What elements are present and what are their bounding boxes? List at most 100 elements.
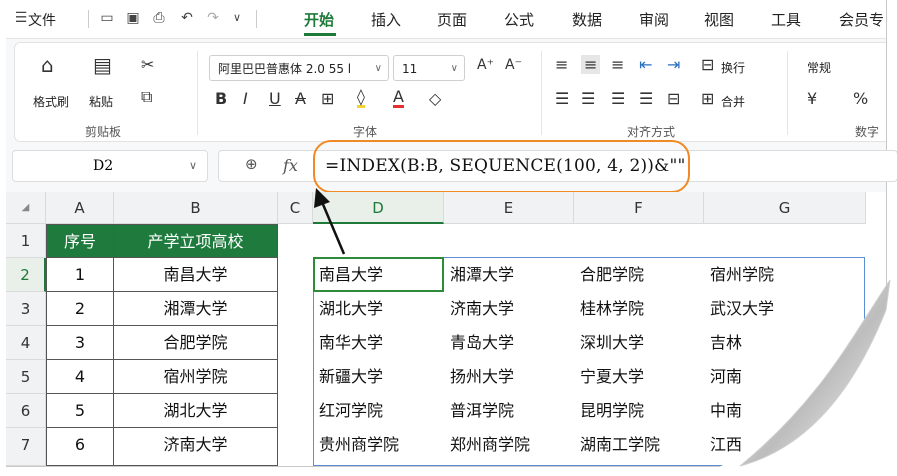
result-cell[interactable]: 青岛大学: [444, 326, 574, 360]
align-right-icon[interactable]: ☰: [611, 89, 625, 108]
result-cell[interactable]: 深圳大学: [574, 326, 704, 360]
table-cell-index[interactable]: 2: [46, 292, 114, 326]
copy-icon[interactable]: ⧉: [141, 87, 152, 107]
align-top-icon[interactable]: ≡: [555, 55, 568, 74]
cut-icon[interactable]: ✂: [141, 55, 154, 74]
result-cell[interactable]: 红河学院: [313, 394, 444, 428]
row-header-4[interactable]: 4: [6, 326, 46, 360]
undo-icon[interactable]: ↶: [178, 9, 196, 27]
file-menu[interactable]: 文件: [28, 10, 56, 30]
result-cell[interactable]: 济南大学: [444, 292, 574, 326]
table-cell-index[interactable]: 5: [46, 394, 114, 428]
strikethrough-icon[interactable]: A: [295, 89, 306, 108]
indent-increase-icon[interactable]: ⇥: [667, 55, 680, 74]
border-icon[interactable]: ⊞: [321, 89, 334, 108]
wrap-text-icon[interactable]: ⊟: [701, 55, 714, 74]
row-header-7[interactable]: 7: [6, 428, 46, 466]
table-cell-index[interactable]: 6: [46, 428, 114, 466]
number-format-select[interactable]: 常规: [799, 55, 886, 81]
font-color-icon[interactable]: A: [393, 89, 404, 108]
col-header-b[interactable]: B: [114, 192, 278, 224]
chevron-down-icon[interactable]: ∨: [228, 9, 246, 27]
result-cell[interactable]: 郑州商学院: [444, 428, 574, 462]
tab-insert[interactable]: 插入: [371, 9, 401, 30]
result-cell[interactable]: 桂林学院: [574, 292, 704, 326]
fill-color-icon[interactable]: ◊: [357, 89, 365, 108]
tab-page[interactable]: 页面: [437, 9, 467, 30]
fx-icon[interactable]: fx: [283, 156, 298, 175]
align-left-icon[interactable]: ☰: [555, 89, 569, 108]
table-cell-university[interactable]: 南昌大学: [114, 258, 278, 292]
select-all-corner[interactable]: ◢: [6, 192, 46, 224]
distributed-icon[interactable]: ⊟: [667, 89, 680, 108]
row-header-5[interactable]: 5: [6, 360, 46, 394]
print-preview-icon[interactable]: ⎙: [150, 9, 168, 27]
row-header-6[interactable]: 6: [6, 394, 46, 428]
result-cell[interactable]: 湖北大学: [313, 292, 444, 326]
font-size-select[interactable]: 11 ∨: [393, 55, 465, 81]
align-bottom-icon[interactable]: ≡: [611, 55, 624, 74]
decrease-font-icon[interactable]: A⁻: [505, 57, 522, 73]
tab-formulas[interactable]: 公式: [504, 9, 534, 30]
clear-format-icon[interactable]: ◇: [429, 89, 441, 108]
tab-home[interactable]: 开始: [304, 9, 334, 30]
table-header-university[interactable]: 产学立项高校: [114, 224, 278, 258]
paste-button[interactable]: 粘贴: [89, 93, 113, 110]
result-cell[interactable]: 合肥学院: [574, 258, 704, 292]
result-cell[interactable]: 扬州大学: [444, 360, 574, 394]
redo-icon[interactable]: ↷: [204, 9, 222, 27]
table-cell-index[interactable]: 4: [46, 360, 114, 394]
col-header-a[interactable]: A: [46, 192, 114, 224]
align-middle-icon[interactable]: ≡: [581, 55, 601, 74]
tab-review[interactable]: 审阅: [639, 9, 669, 30]
wrap-text-button[interactable]: 换行: [721, 59, 745, 76]
tab-view[interactable]: 视图: [704, 9, 734, 30]
table-cell-university[interactable]: 合肥学院: [114, 326, 278, 360]
result-cell[interactable]: 湖南工学院: [574, 428, 704, 462]
chevron-down-icon[interactable]: ∨: [189, 151, 197, 181]
row-header-1[interactable]: 1: [6, 224, 46, 258]
format-painter-button[interactable]: 格式刷: [33, 93, 69, 110]
name-box[interactable]: D2 ∨: [12, 150, 208, 182]
merge-button[interactable]: 合并: [721, 93, 745, 110]
result-cell[interactable]: 昆明学院: [574, 394, 704, 428]
result-cell[interactable]: 新疆大学: [313, 360, 444, 394]
result-cell[interactable]: 湘潭大学: [444, 258, 574, 292]
bold-icon[interactable]: B: [215, 89, 227, 108]
paste-icon[interactable]: ▤: [93, 53, 112, 77]
col-header-g[interactable]: G: [704, 192, 866, 224]
open-folder-icon[interactable]: ▭: [98, 9, 116, 27]
italic-icon[interactable]: I: [243, 89, 248, 108]
tab-member[interactable]: 会员专: [839, 9, 884, 30]
zoom-icon[interactable]: ⊕: [245, 155, 258, 173]
table-header-index[interactable]: 序号: [46, 224, 114, 258]
currency-format-button[interactable]: ¥: [807, 89, 817, 108]
result-cell[interactable]: 南华大学: [313, 326, 444, 360]
col-header-e[interactable]: E: [444, 192, 574, 224]
save-icon[interactable]: ▣: [124, 9, 142, 27]
font-name-select[interactable]: 阿里巴巴普惠体 2.0 55 l ∨: [209, 55, 389, 81]
percent-format-button[interactable]: %: [853, 89, 868, 108]
result-cell[interactable]: 贵州商学院: [313, 428, 444, 462]
align-center-icon[interactable]: ☰: [581, 89, 595, 108]
table-cell-university[interactable]: 宿州学院: [114, 360, 278, 394]
indent-decrease-icon[interactable]: ⇤: [639, 55, 652, 74]
tab-data[interactable]: 数据: [572, 9, 602, 30]
tab-tools[interactable]: 工具: [771, 9, 801, 30]
table-cell-university[interactable]: 湖北大学: [114, 394, 278, 428]
row-header-2[interactable]: 2: [6, 258, 46, 292]
table-cell-university[interactable]: 济南大学: [114, 428, 278, 466]
increase-font-icon[interactable]: A⁺: [477, 57, 494, 73]
table-cell-index[interactable]: 1: [46, 258, 114, 292]
col-header-f[interactable]: F: [574, 192, 704, 224]
merge-icon[interactable]: ⊞: [701, 89, 714, 108]
result-cell[interactable]: 普洱学院: [444, 394, 574, 428]
result-cell[interactable]: 宁夏大学: [574, 360, 704, 394]
underline-icon[interactable]: U: [269, 89, 281, 108]
format-painter-icon[interactable]: ⌂: [41, 53, 54, 77]
table-cell-university[interactable]: 湘潭大学: [114, 292, 278, 326]
divider: [197, 51, 198, 135]
justify-icon[interactable]: ☰: [639, 89, 653, 108]
row-header-3[interactable]: 3: [6, 292, 46, 326]
table-cell-index[interactable]: 3: [46, 326, 114, 360]
